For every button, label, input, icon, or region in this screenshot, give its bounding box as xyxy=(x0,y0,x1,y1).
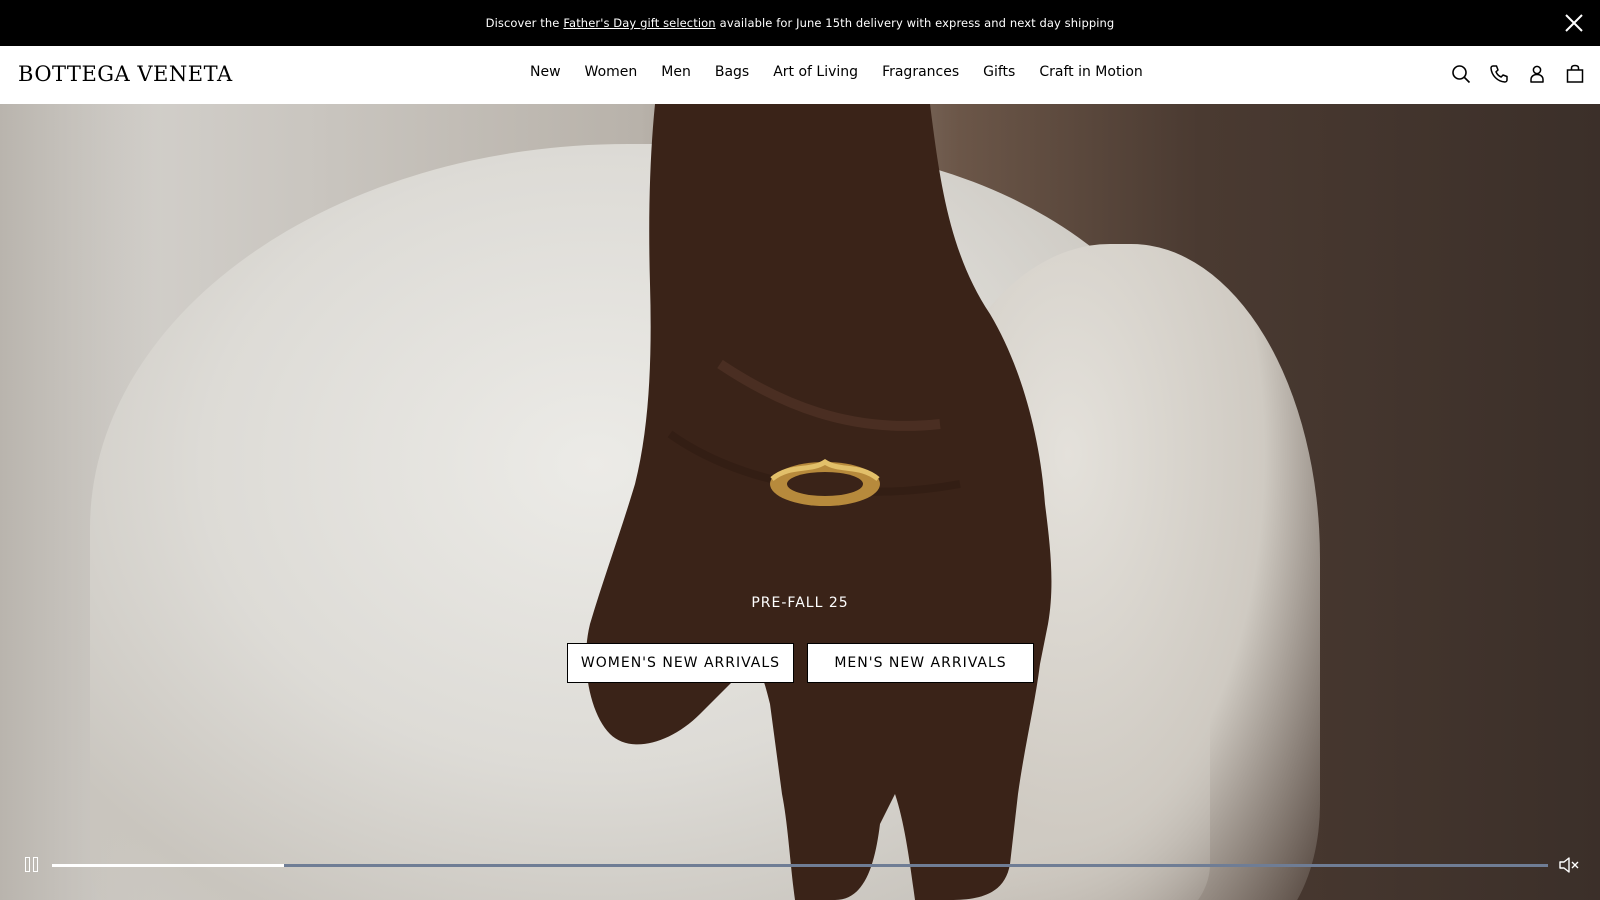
muted-speaker-icon[interactable] xyxy=(1558,855,1580,875)
announcement-bar: Discover the Father's Day gift selection… xyxy=(0,0,1600,46)
video-progress-fill xyxy=(52,864,284,867)
nav-craft-in-motion[interactable]: Craft in Motion xyxy=(1039,64,1142,80)
header-utilities xyxy=(1450,63,1586,85)
nav-art-of-living[interactable]: Art of Living xyxy=(773,64,858,80)
hero-cta-row: WOMEN'S NEW ARRIVALS MEN'S NEW ARRIVALS xyxy=(567,643,1034,683)
hero-caption: PRE-FALL 25 xyxy=(0,592,1600,611)
collection-title: PRE-FALL 25 xyxy=(751,595,849,611)
phone-icon[interactable] xyxy=(1488,63,1510,85)
search-icon[interactable] xyxy=(1450,63,1472,85)
announcement-prefix: Discover the xyxy=(485,16,560,30)
video-progress-bar[interactable] xyxy=(52,864,1548,867)
site-header: BOTTEGA VENETA New Women Men Bags Art of… xyxy=(0,46,1600,104)
hero-hand-illustration xyxy=(586,104,1052,900)
announcement-suffix: available for June 15th delivery with ex… xyxy=(719,16,1115,30)
pause-icon[interactable] xyxy=(24,857,40,873)
nav-new[interactable]: New xyxy=(530,64,561,80)
account-icon[interactable] xyxy=(1526,63,1548,85)
nav-men[interactable]: Men xyxy=(661,64,691,80)
nav-bags[interactable]: Bags xyxy=(715,64,749,80)
close-icon[interactable] xyxy=(1562,11,1586,35)
fathers-day-link[interactable]: Father's Day gift selection xyxy=(563,16,715,30)
bag-icon[interactable] xyxy=(1564,63,1586,85)
hero-video[interactable] xyxy=(0,104,1600,900)
mens-new-arrivals-button[interactable]: MEN'S NEW ARRIVALS xyxy=(807,643,1034,683)
nav-fragrances[interactable]: Fragrances xyxy=(882,64,959,80)
nav-gifts[interactable]: Gifts xyxy=(983,64,1015,80)
womens-new-arrivals-button[interactable]: WOMEN'S NEW ARRIVALS xyxy=(567,643,794,683)
nav-women[interactable]: Women xyxy=(585,64,638,80)
main-nav: New Women Men Bags Art of Living Fragran… xyxy=(530,64,1143,80)
brand-logo[interactable]: BOTTEGA VENETA xyxy=(18,62,233,86)
